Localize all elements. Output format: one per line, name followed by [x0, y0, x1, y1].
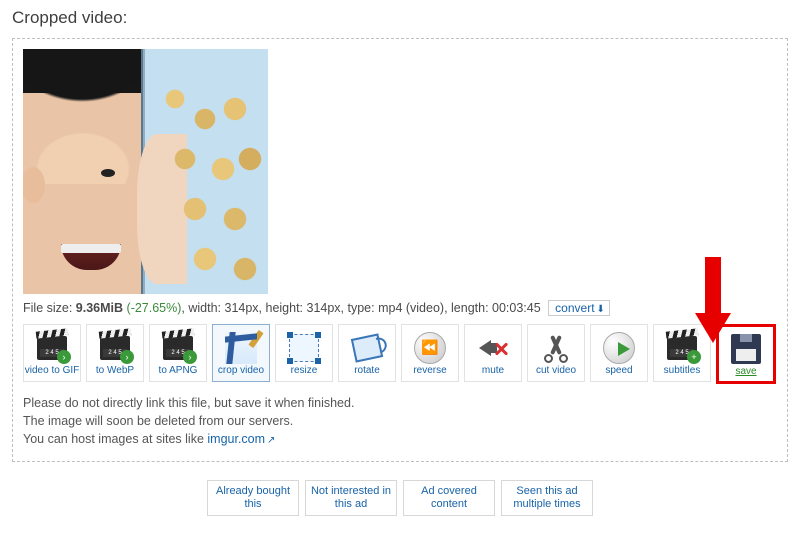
file-size: 9.36MiB — [76, 301, 123, 315]
ad-feedback-already-bought[interactable]: Already bought this — [207, 480, 299, 516]
highlight-arrow-icon — [695, 257, 729, 353]
ad-feedback-not-interested[interactable]: Not interested in this ad — [305, 480, 397, 516]
preview-image-left — [23, 49, 143, 294]
toolbar: 2 4 5› video to GIF 2 4 5› to WebP 2 4 5… — [23, 324, 777, 384]
preview-image-right — [145, 49, 268, 294]
resize-icon — [286, 331, 322, 365]
ad-feedback-covered-content[interactable]: Ad covered content — [403, 480, 495, 516]
notice-line: You can host images at sites like imgur.… — [23, 430, 777, 449]
notice-line: Please do not directly link this file, b… — [23, 394, 777, 412]
tool-to-webp[interactable]: 2 4 5› to WebP — [86, 324, 144, 382]
tool-label: mute — [482, 366, 504, 376]
speed-icon — [601, 331, 637, 365]
tool-label: save — [735, 367, 756, 377]
download-icon: ⬇ — [597, 304, 605, 315]
scissors-icon — [538, 331, 574, 365]
notice-line: The image will soon be deleted from our … — [23, 412, 777, 430]
notice-text: Please do not directly link this file, b… — [23, 394, 777, 449]
tool-resize[interactable]: resize — [275, 324, 333, 382]
tool-mute[interactable]: mute — [464, 324, 522, 382]
imgur-link[interactable]: imgur.com — [207, 432, 265, 446]
rewind-icon: ⏪ — [412, 331, 448, 365]
convert-label: convert — [555, 301, 594, 315]
tool-label: reverse — [413, 366, 446, 376]
section-title: Cropped video: — [12, 8, 788, 28]
info-prefix: File size: — [23, 301, 76, 315]
tool-label: subtitles — [664, 366, 701, 376]
tool-crop-video[interactable]: crop video — [212, 324, 270, 382]
video-preview[interactable] — [23, 49, 268, 294]
floppy-disk-icon — [728, 332, 764, 366]
tool-speed[interactable]: speed — [590, 324, 648, 382]
tool-video-to-gif[interactable]: 2 4 5› video to GIF — [23, 324, 81, 382]
tool-to-apng[interactable]: 2 4 5› to APNG — [149, 324, 207, 382]
tool-rotate[interactable]: rotate — [338, 324, 396, 382]
file-info: File size: 9.36MiB (-27.65%), width: 314… — [23, 300, 777, 316]
external-link-icon: ↗ — [267, 435, 275, 446]
tool-cut-video[interactable]: cut video — [527, 324, 585, 382]
result-panel: File size: 9.36MiB (-27.65%), width: 314… — [12, 38, 788, 462]
tool-label: crop video — [218, 366, 264, 376]
tool-label: speed — [605, 366, 632, 376]
rotate-icon — [349, 331, 385, 365]
ad-feedback-seen-multiple[interactable]: Seen this ad multiple times — [501, 480, 593, 516]
tool-label: to APNG — [159, 366, 198, 376]
tool-reverse[interactable]: ⏪ reverse — [401, 324, 459, 382]
file-dimensions: , width: 314px, height: 314px, type: mp4… — [181, 301, 540, 315]
clapperboard-icon: 2 4 5› — [34, 331, 70, 365]
tool-label: rotate — [354, 366, 380, 376]
crop-icon — [223, 331, 259, 365]
clapperboard-icon: 2 4 5› — [160, 331, 196, 365]
size-change-pct: (-27.65%) — [127, 301, 182, 315]
ad-feedback-row: Already bought this Not interested in th… — [12, 480, 788, 516]
mute-icon — [475, 331, 511, 365]
tool-label: to WebP — [96, 366, 134, 376]
tool-label: cut video — [536, 366, 576, 376]
clapperboard-icon: 2 4 5› — [97, 331, 133, 365]
convert-button[interactable]: convert⬇ — [548, 300, 610, 316]
tool-label: resize — [291, 366, 318, 376]
tool-label: video to GIF — [25, 366, 79, 376]
